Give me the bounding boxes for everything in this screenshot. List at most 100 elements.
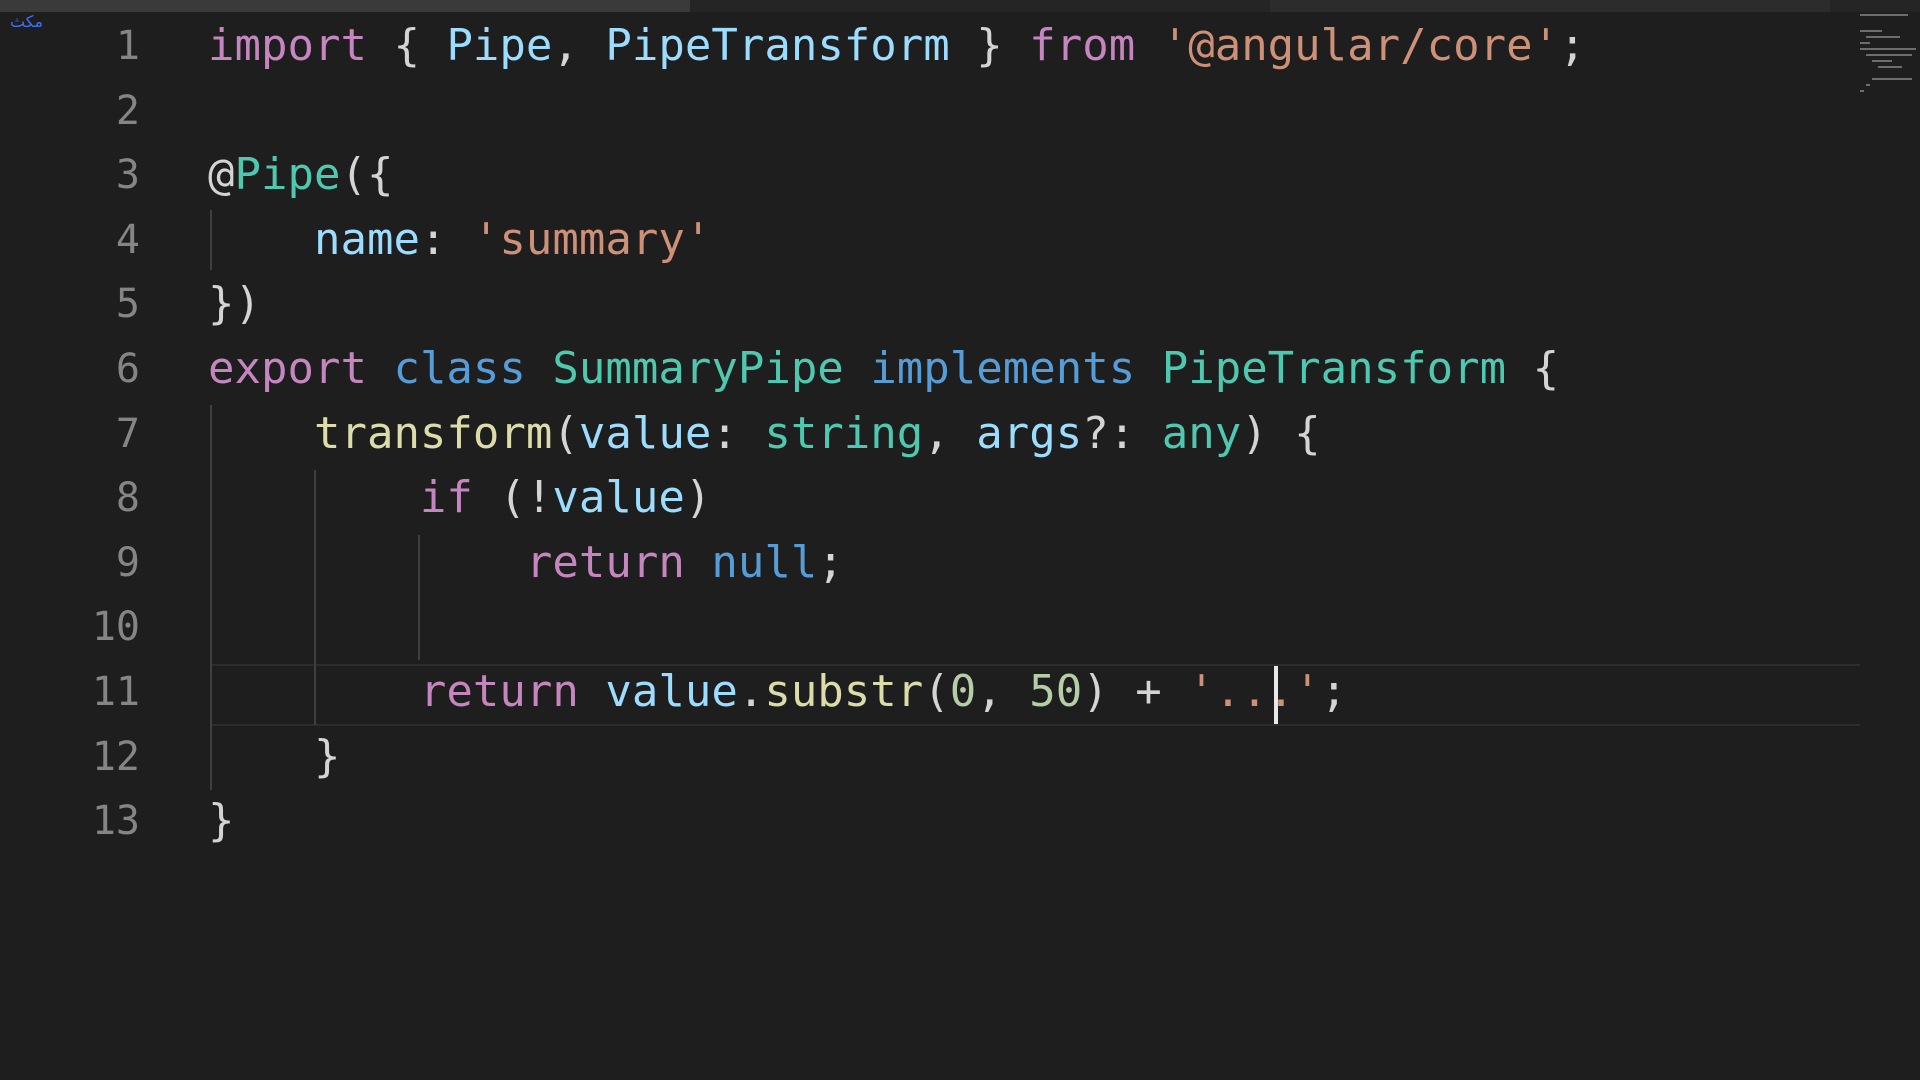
code-token: { — [366, 20, 447, 71]
code-token: ) { — [1241, 407, 1321, 459]
code-token: ({ — [340, 149, 394, 201]
code-line[interactable]: export class SummaryPipe implements Pipe… — [208, 337, 1559, 402]
code-token: 0 — [949, 666, 977, 717]
line-number: 9 — [115, 539, 140, 586]
code-line[interactable]: return null; — [208, 531, 844, 596]
code-token: export — [208, 343, 367, 394]
code-token: return — [525, 536, 685, 588]
code-token: ; — [1320, 666, 1348, 717]
code-token: '@angular/core' — [1161, 20, 1560, 71]
minimap-line — [1878, 66, 1902, 68]
code-token: '...' — [1188, 666, 1321, 717]
code-line[interactable]: transform(value: string, args?: any) { — [208, 402, 1321, 467]
code-line[interactable]: @Pipe({ — [208, 143, 393, 208]
minimap-line — [1860, 14, 1908, 16]
minimap-line — [1860, 48, 1916, 50]
code-line[interactable]: }) — [208, 272, 261, 337]
scrollbar-thumb[interactable] — [0, 0, 690, 12]
code-token: 'summary' — [472, 213, 712, 265]
minimap[interactable] — [1856, 10, 1916, 110]
horizontal-scrollbar[interactable] — [0, 0, 1920, 12]
code-token: any — [1161, 407, 1242, 459]
minimap-line — [1860, 30, 1882, 32]
code-token: transform — [313, 407, 553, 459]
code-token: ?: — [1082, 407, 1162, 459]
line-number: 10 — [91, 604, 140, 651]
code-token: @ — [208, 149, 235, 201]
code-token: Pipe — [446, 20, 553, 71]
code-token: import — [208, 20, 367, 71]
minimap-line — [1860, 42, 1870, 44]
code-token: args — [976, 407, 1083, 459]
minimap-line — [1860, 90, 1864, 92]
code-token: ; — [1559, 20, 1586, 71]
code-line[interactable]: if (!value) — [208, 466, 711, 531]
code-token: ( — [923, 666, 950, 717]
code-token: , — [552, 20, 606, 71]
minimap-line — [1866, 84, 1870, 86]
code-token: PipeTransform — [1161, 343, 1507, 394]
code-token: ( — [552, 407, 579, 459]
minimap-line — [1866, 54, 1912, 56]
code-line[interactable]: return value.substr(0, 50) + '...'; — [208, 660, 1347, 725]
line-number: 1 — [115, 23, 140, 69]
code-token: value — [552, 472, 685, 524]
minimap-line — [1872, 78, 1912, 80]
line-number: 2 — [115, 87, 140, 134]
code-token: value — [605, 666, 738, 717]
code-token: } — [949, 20, 1030, 71]
code-token: substr — [764, 666, 924, 717]
code-token: class — [393, 343, 526, 394]
code-token: null — [711, 536, 818, 588]
code-token: Pipe — [234, 149, 341, 201]
code-line[interactable]: } — [208, 725, 341, 790]
line-number: 11 — [91, 669, 140, 715]
minimap-line — [1872, 60, 1892, 62]
code-token: name — [313, 213, 420, 265]
code-token: } — [208, 795, 235, 847]
code-editor[interactable]: مكث 1 2 3 4 5 6 7 8 9 10 11 12 13 import { Pipe, Pip… — [0, 0, 1920, 1080]
code-token: 50 — [1029, 666, 1083, 717]
code-token: SummaryPipe — [552, 343, 844, 394]
code-token: implements — [870, 343, 1136, 394]
code-token: . — [737, 666, 765, 717]
code-token: }) — [208, 278, 261, 330]
code-token: ; — [817, 536, 844, 588]
code-token: : — [711, 407, 765, 459]
code-token: } — [208, 730, 341, 782]
minimap-line — [1866, 36, 1900, 38]
code-line[interactable]: } — [208, 789, 235, 854]
line-number: 12 — [91, 733, 140, 780]
line-number: 5 — [115, 281, 140, 328]
code-token: ) — [684, 472, 712, 524]
code-token: PipeTransform — [605, 20, 950, 71]
code-token: string — [764, 407, 924, 459]
line-number: 8 — [115, 475, 140, 522]
code-token: return — [419, 666, 579, 717]
code-line[interactable]: name: 'summary' — [208, 208, 711, 273]
code-token: (! — [472, 472, 553, 524]
scrollbar-thumb-secondary[interactable] — [1270, 0, 1830, 12]
line-number: 13 — [91, 798, 140, 845]
code-token: if — [419, 472, 473, 524]
code-token: value — [578, 407, 712, 459]
code-token: from — [1029, 20, 1136, 71]
code-token: { — [1506, 343, 1560, 394]
text-cursor — [1274, 666, 1278, 724]
line-number: 4 — [115, 216, 140, 263]
line-number: 7 — [115, 410, 140, 457]
code-line[interactable]: import { Pipe, PipeTransform } from '@an… — [208, 14, 1586, 79]
code-token: ) + — [1082, 666, 1189, 717]
